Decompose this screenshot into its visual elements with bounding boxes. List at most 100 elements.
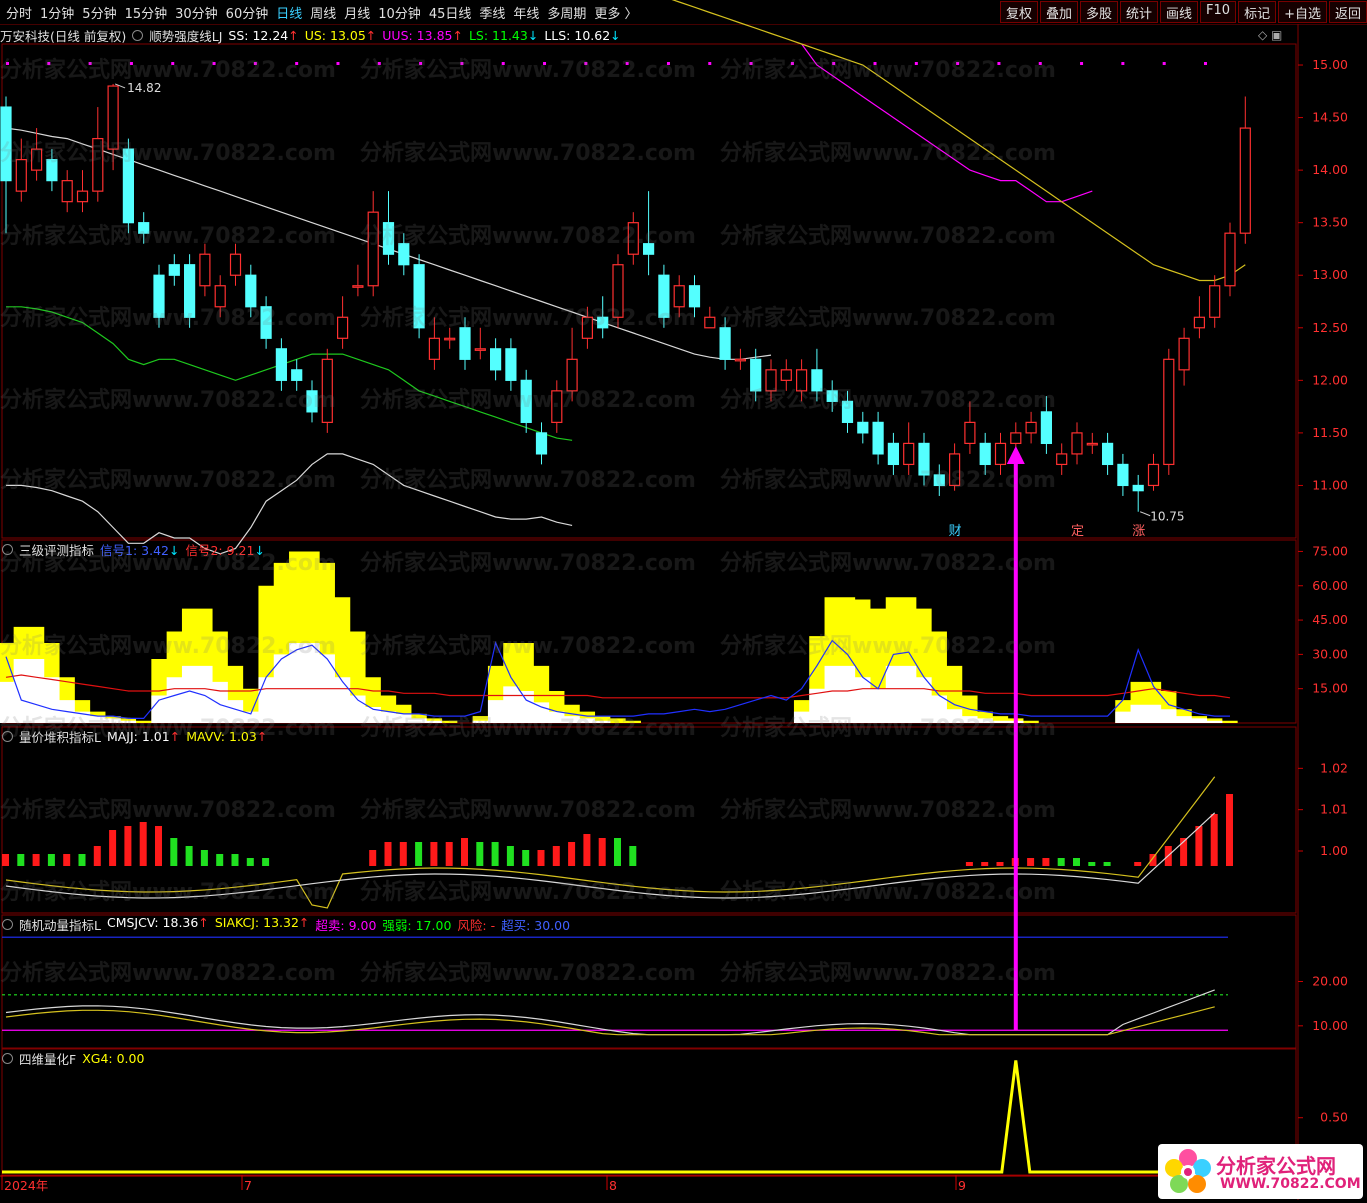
signal-dot [171,62,175,65]
chart-canvas: 15.00 14.50 14.00 13.50 13.00 12.50 12.00 11.50… [0,0,1348,1200]
panel4-title[interactable]: 随机动量指标L [19,915,101,934]
y-tick-label: 13.50 [1312,215,1348,230]
volume-bar [629,846,637,866]
legend-value: MAJJ: 1.01 [106,728,170,744]
candle-body [61,180,73,203]
candle-body [1193,316,1206,329]
signal-dot [790,62,794,65]
indicator-toggle-icon[interactable] [132,29,144,41]
panel-frame-4 [1,1048,1297,1176]
x-axis-label: 7 [244,1178,252,1193]
view-mode-icons[interactable]: ◇ ▣ [1258,28,1282,42]
volume-bar [1134,862,1142,866]
candle-body [857,421,869,434]
panel4-toggle-icon[interactable] [2,918,13,930]
y-tick-label: 1.02 [1320,760,1348,775]
candle-body [566,358,578,392]
candle-body [994,442,1007,466]
candle-body [474,348,486,351]
candle-body [138,222,150,234]
candle-body [15,159,27,192]
panel5-toggle-icon[interactable] [2,1052,13,1064]
candle-body [765,369,777,392]
volume-bar [155,826,162,866]
candle-body [597,316,609,329]
candle-body [581,316,594,339]
signal-dot [914,62,918,65]
legend-value: 信号2: 9.21 [185,542,255,558]
legend-item: 超买: 30.00 [501,915,570,934]
candle-body [413,264,425,329]
signal-dot [212,62,216,65]
legend-item: 强弱: 17.00 [382,915,451,934]
volume-bar [1226,794,1233,866]
candle-body [795,369,808,392]
signal-dot [501,62,505,65]
candle-body [780,369,792,381]
signal-dot [460,62,464,65]
indicator-name[interactable]: 顺势强度线LJ [149,26,222,45]
candle-body [46,159,58,182]
legend-item: MAVV: 1.03↑ [186,729,267,744]
volume-bar [200,850,208,866]
y-tick-label: 11.00 [1312,477,1348,492]
trend-arrow-icon: ↓ [169,542,180,558]
panel3-toggle-icon[interactable] [2,730,13,742]
candle-body [520,379,532,423]
candle-body [337,316,349,339]
signal-dot [666,62,670,65]
y-tick-label: 1.01 [1320,802,1348,817]
volume-bar [170,838,178,866]
panel5-title[interactable]: 四维量化F [19,1049,76,1068]
volume-bar [63,854,71,866]
volume-bar [384,842,392,866]
panel2-title[interactable]: 三级评测指标 [19,540,94,559]
candle-body [887,442,900,466]
candle-body [122,148,135,224]
volume-bar [246,858,254,866]
candle-body [428,337,440,360]
candle-body [76,190,89,203]
legend-value: SS: 12.24 [228,27,289,43]
event-marker: 财 [949,524,962,539]
signal-dot [1203,62,1207,65]
candle-body [642,243,655,255]
volume-bar [1088,862,1096,866]
volume-bar [78,854,86,866]
volume-bar [17,854,25,866]
trend-arrow-icon: ↑ [298,914,310,930]
trend-arrow-icon: ↓ [527,27,539,43]
series-line-ls [6,306,573,441]
candle-body [627,222,639,255]
legend-item: 超卖: 9.00 [315,915,376,934]
volume-bar [124,826,132,866]
legend-item: LLS: 10.62↓ [544,28,620,43]
trend-arrow-icon: ↑ [256,728,268,744]
legend-value: LS: 11.43 [468,27,528,43]
signal-dot [1162,62,1166,65]
volume-bar [1042,858,1050,866]
candle-body [459,327,471,360]
legend-value: 风险: - [457,917,496,933]
volume-bar [552,846,560,866]
candle-body [933,474,945,487]
legend-item: US: 13.05↑ [305,28,377,43]
volume-bar [598,838,606,866]
main-legend: 万安科技(日线 前复权) 顺势强度线LJ SS: 12.24↑ US: 13.05… [0,26,633,44]
volume-bar [1073,858,1080,866]
candle-body [979,442,991,466]
candle-body [321,358,333,423]
candle-body [199,253,211,287]
volume-bar [1210,814,1218,866]
candle-body [1239,127,1251,234]
candle-body [107,85,119,150]
candle-body [704,316,716,329]
y-tick-label: 12.50 [1312,320,1348,335]
volume-bar [1057,858,1065,866]
panel3-title[interactable]: 量价堆积指标L [19,727,101,746]
panel-frame-2 [1,726,1297,914]
candle-body [275,348,287,381]
y-tick-label: 1.00 [1320,843,1348,858]
panel2-toggle-icon[interactable] [2,543,13,555]
volume-bar [216,854,224,866]
